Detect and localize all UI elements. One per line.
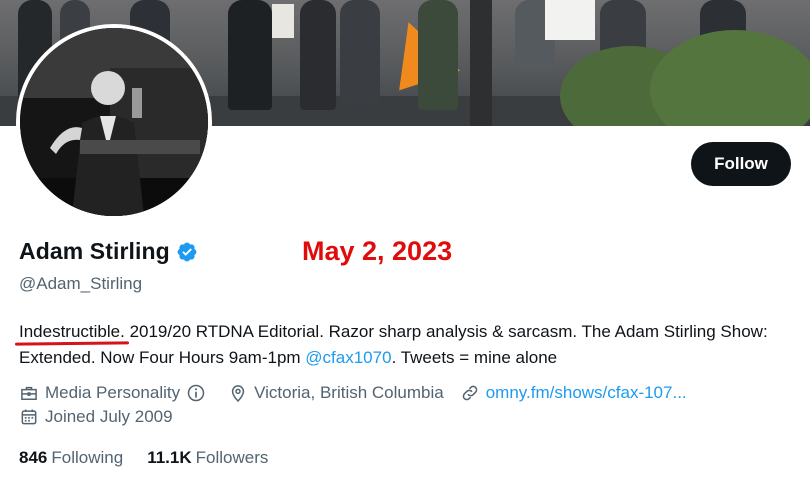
banner-figure — [340, 0, 380, 104]
bio-underlined-text: Indestructible. — [19, 322, 125, 341]
followers-count-link[interactable]: 11.1K Followers — [147, 448, 268, 468]
category-item: Media Personality — [19, 383, 212, 403]
banner-figure — [418, 0, 458, 110]
following-count-link[interactable]: 846 Following — [19, 448, 123, 468]
display-name: Adam Stirling — [19, 238, 170, 264]
banner-tree — [470, 0, 492, 126]
info-icon[interactable] — [186, 383, 206, 403]
profile-meta-row: Media Personality Victoria, British Colu… — [19, 383, 703, 403]
website-item[interactable]: omny.fm/shows/cfax-107... — [460, 383, 687, 403]
bio-text-end: . Tweets = mine alone — [391, 348, 558, 367]
bio-mention-link[interactable]: @cfax1070 — [305, 348, 391, 367]
banner-sign — [272, 4, 294, 38]
banner-figure — [300, 0, 336, 110]
follow-counts: 846 Following 11.1K Followers — [19, 448, 292, 468]
profile-bio: Indestructible. 2019/20 RTDNA Editorial.… — [19, 319, 789, 371]
verified-badge-icon[interactable] — [176, 241, 198, 263]
banner-sign — [545, 0, 595, 40]
profile-avatar[interactable] — [16, 24, 212, 220]
joined-label: Joined July 2009 — [45, 407, 173, 426]
date-annotation: May 2, 2023 — [302, 236, 453, 266]
follow-button[interactable]: Follow — [691, 142, 791, 186]
following-count: 846 — [19, 448, 48, 467]
category-label: Media Personality — [45, 383, 181, 402]
following-label: Following — [51, 448, 124, 467]
name-row: Adam Stirling — [19, 238, 198, 265]
website-link[interactable]: omny.fm/shows/cfax-107... — [486, 383, 687, 403]
banner-bush — [650, 30, 810, 126]
location-label: Victoria, British Columbia — [254, 383, 444, 402]
profile-joined-row: Joined July 2009 — [19, 407, 189, 427]
location-pin-icon — [231, 385, 245, 402]
followers-count: 11.1K — [147, 448, 192, 467]
avatar-photo — [20, 28, 208, 216]
calendar-icon — [21, 409, 37, 425]
location-item: Victoria, British Columbia — [228, 383, 444, 403]
joined-item: Joined July 2009 — [19, 407, 173, 427]
link-icon — [462, 385, 478, 401]
followers-label: Followers — [195, 448, 269, 467]
profile-handle: @Adam_Stirling — [19, 274, 143, 293]
banner-figure — [228, 0, 272, 110]
briefcase-icon — [21, 386, 37, 400]
